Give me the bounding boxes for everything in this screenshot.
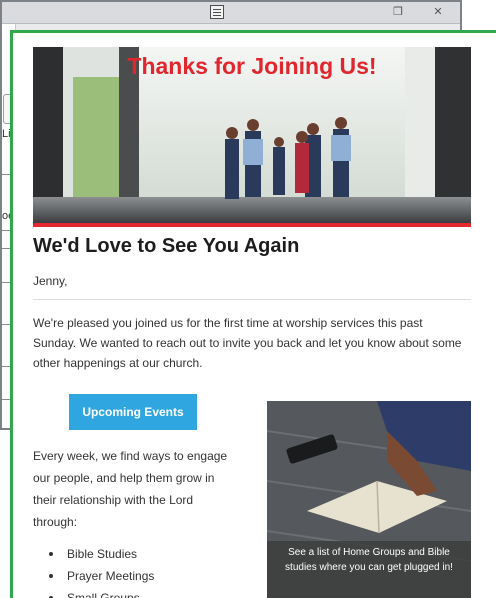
divider bbox=[33, 299, 471, 300]
list-item: Bible Studies bbox=[49, 543, 154, 565]
hero-accent-bar bbox=[33, 223, 471, 227]
document-icon bbox=[210, 5, 224, 19]
restore-icon[interactable]: ❐ bbox=[392, 6, 404, 18]
list-item: Prayer Meetings bbox=[49, 565, 154, 587]
intro-paragraph: We're pleased you joined us for the firs… bbox=[33, 316, 462, 370]
greeting: Jenny, bbox=[33, 274, 68, 288]
background-titlebar: ❐ ✕ bbox=[2, 2, 460, 24]
hero-image: Thanks for Joining Us! bbox=[33, 47, 471, 223]
email-preview: Thanks for Joining Us! We'd Love to See … bbox=[10, 30, 496, 598]
engage-paragraph: Every week, we find ways to engage our p… bbox=[33, 449, 228, 529]
list-item: Small Groups bbox=[49, 587, 154, 598]
hero-title: Thanks for Joining Us! bbox=[127, 53, 377, 79]
close-icon[interactable]: ✕ bbox=[432, 6, 444, 18]
email-heading: We'd Love to See You Again bbox=[33, 235, 300, 257]
image-caption: See a list of Home Groups and Bible stud… bbox=[267, 541, 471, 598]
upcoming-events-button[interactable]: Upcoming Events bbox=[69, 394, 197, 430]
activities-list: Bible Studies Prayer Meetings Small Grou… bbox=[49, 543, 154, 598]
